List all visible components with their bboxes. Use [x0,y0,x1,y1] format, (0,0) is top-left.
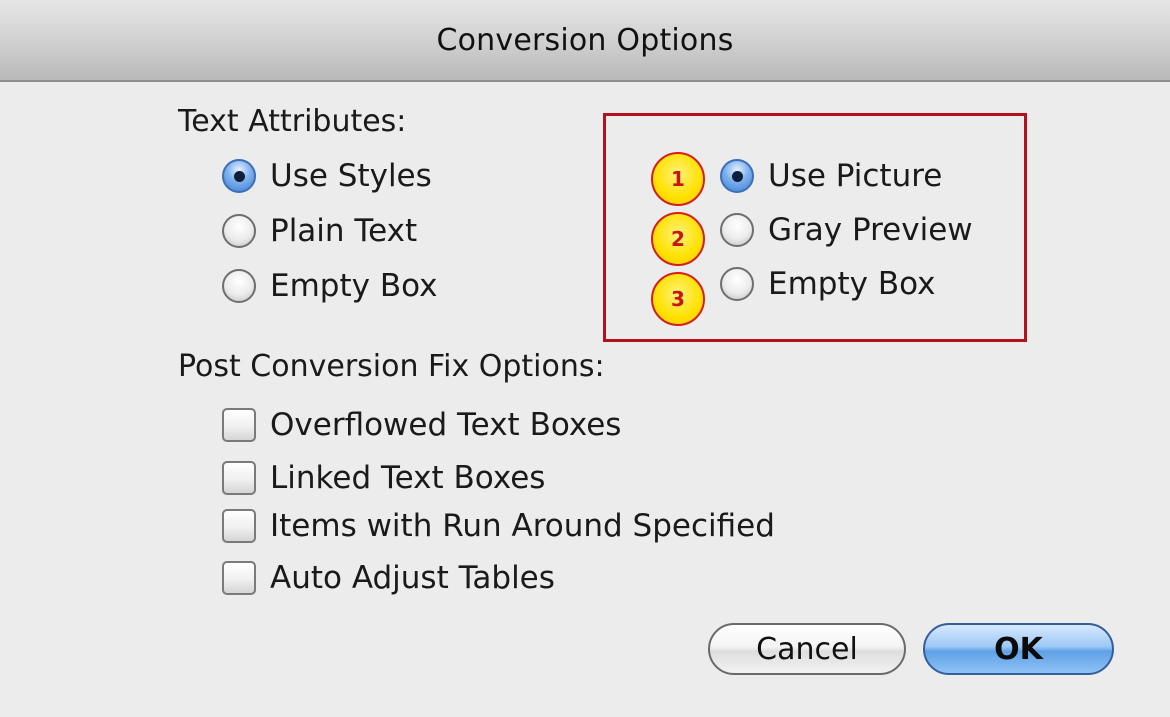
checkbox[interactable] [222,408,256,442]
radio-label: Gray Preview [768,212,973,248]
checkbox-linked-text-boxes[interactable]: Linked Text Boxes [222,458,545,498]
badge-number: 1 [671,167,685,191]
checkbox[interactable] [222,561,256,595]
checkbox-label: Overflowed Text Boxes [270,407,622,443]
radio-use-picture[interactable]: Use Picture [720,156,942,196]
cancel-button[interactable]: Cancel [708,623,906,675]
radio-use-styles[interactable]: Use Styles [222,156,432,196]
radio-dot-icon [233,170,245,182]
radio-label: Plain Text [270,213,418,249]
radio-button[interactable] [720,267,754,301]
radio-button[interactable] [222,159,256,193]
checkbox-label: Auto Adjust Tables [270,560,555,596]
badge-number: 2 [671,227,685,251]
radio-button[interactable] [222,214,256,248]
ok-button[interactable]: OK [923,623,1114,675]
title-bar[interactable]: Conversion Options [0,0,1170,82]
dialog-title: Conversion Options [436,22,734,58]
callout-badge-1: 1 [651,152,705,206]
checkbox-label: Linked Text Boxes [270,460,546,496]
checkbox-overflowed-text-boxes[interactable]: Overflowed Text Boxes [222,405,621,445]
callout-badge-3: 3 [651,272,705,326]
radio-label: Empty Box [768,266,936,302]
radio-dot-icon [731,170,743,182]
checkbox[interactable] [222,509,256,543]
radio-empty-box-picture[interactable]: Empty Box [720,264,935,304]
callout-badge-2: 2 [651,212,705,266]
checkbox-label: Items with Run Around Specified [270,508,775,544]
checkbox-run-around[interactable]: Items with Run Around Specified [222,506,775,546]
radio-label: Use Picture [768,158,943,194]
post-conversion-heading: Post Conversion Fix Options: [178,349,605,384]
radio-empty-box-text[interactable]: Empty Box [222,266,437,306]
radio-button[interactable] [222,269,256,303]
radio-button[interactable] [720,213,754,247]
checkbox[interactable] [222,461,256,495]
text-attributes-heading: Text Attributes: [178,104,407,139]
radio-label: Use Styles [270,158,432,194]
radio-gray-preview[interactable]: Gray Preview [720,210,973,250]
radio-button[interactable] [720,159,754,193]
radio-plain-text[interactable]: Plain Text [222,211,417,251]
radio-label: Empty Box [270,268,438,304]
badge-number: 3 [671,287,685,311]
checkbox-auto-adjust-tables[interactable]: Auto Adjust Tables [222,558,555,598]
